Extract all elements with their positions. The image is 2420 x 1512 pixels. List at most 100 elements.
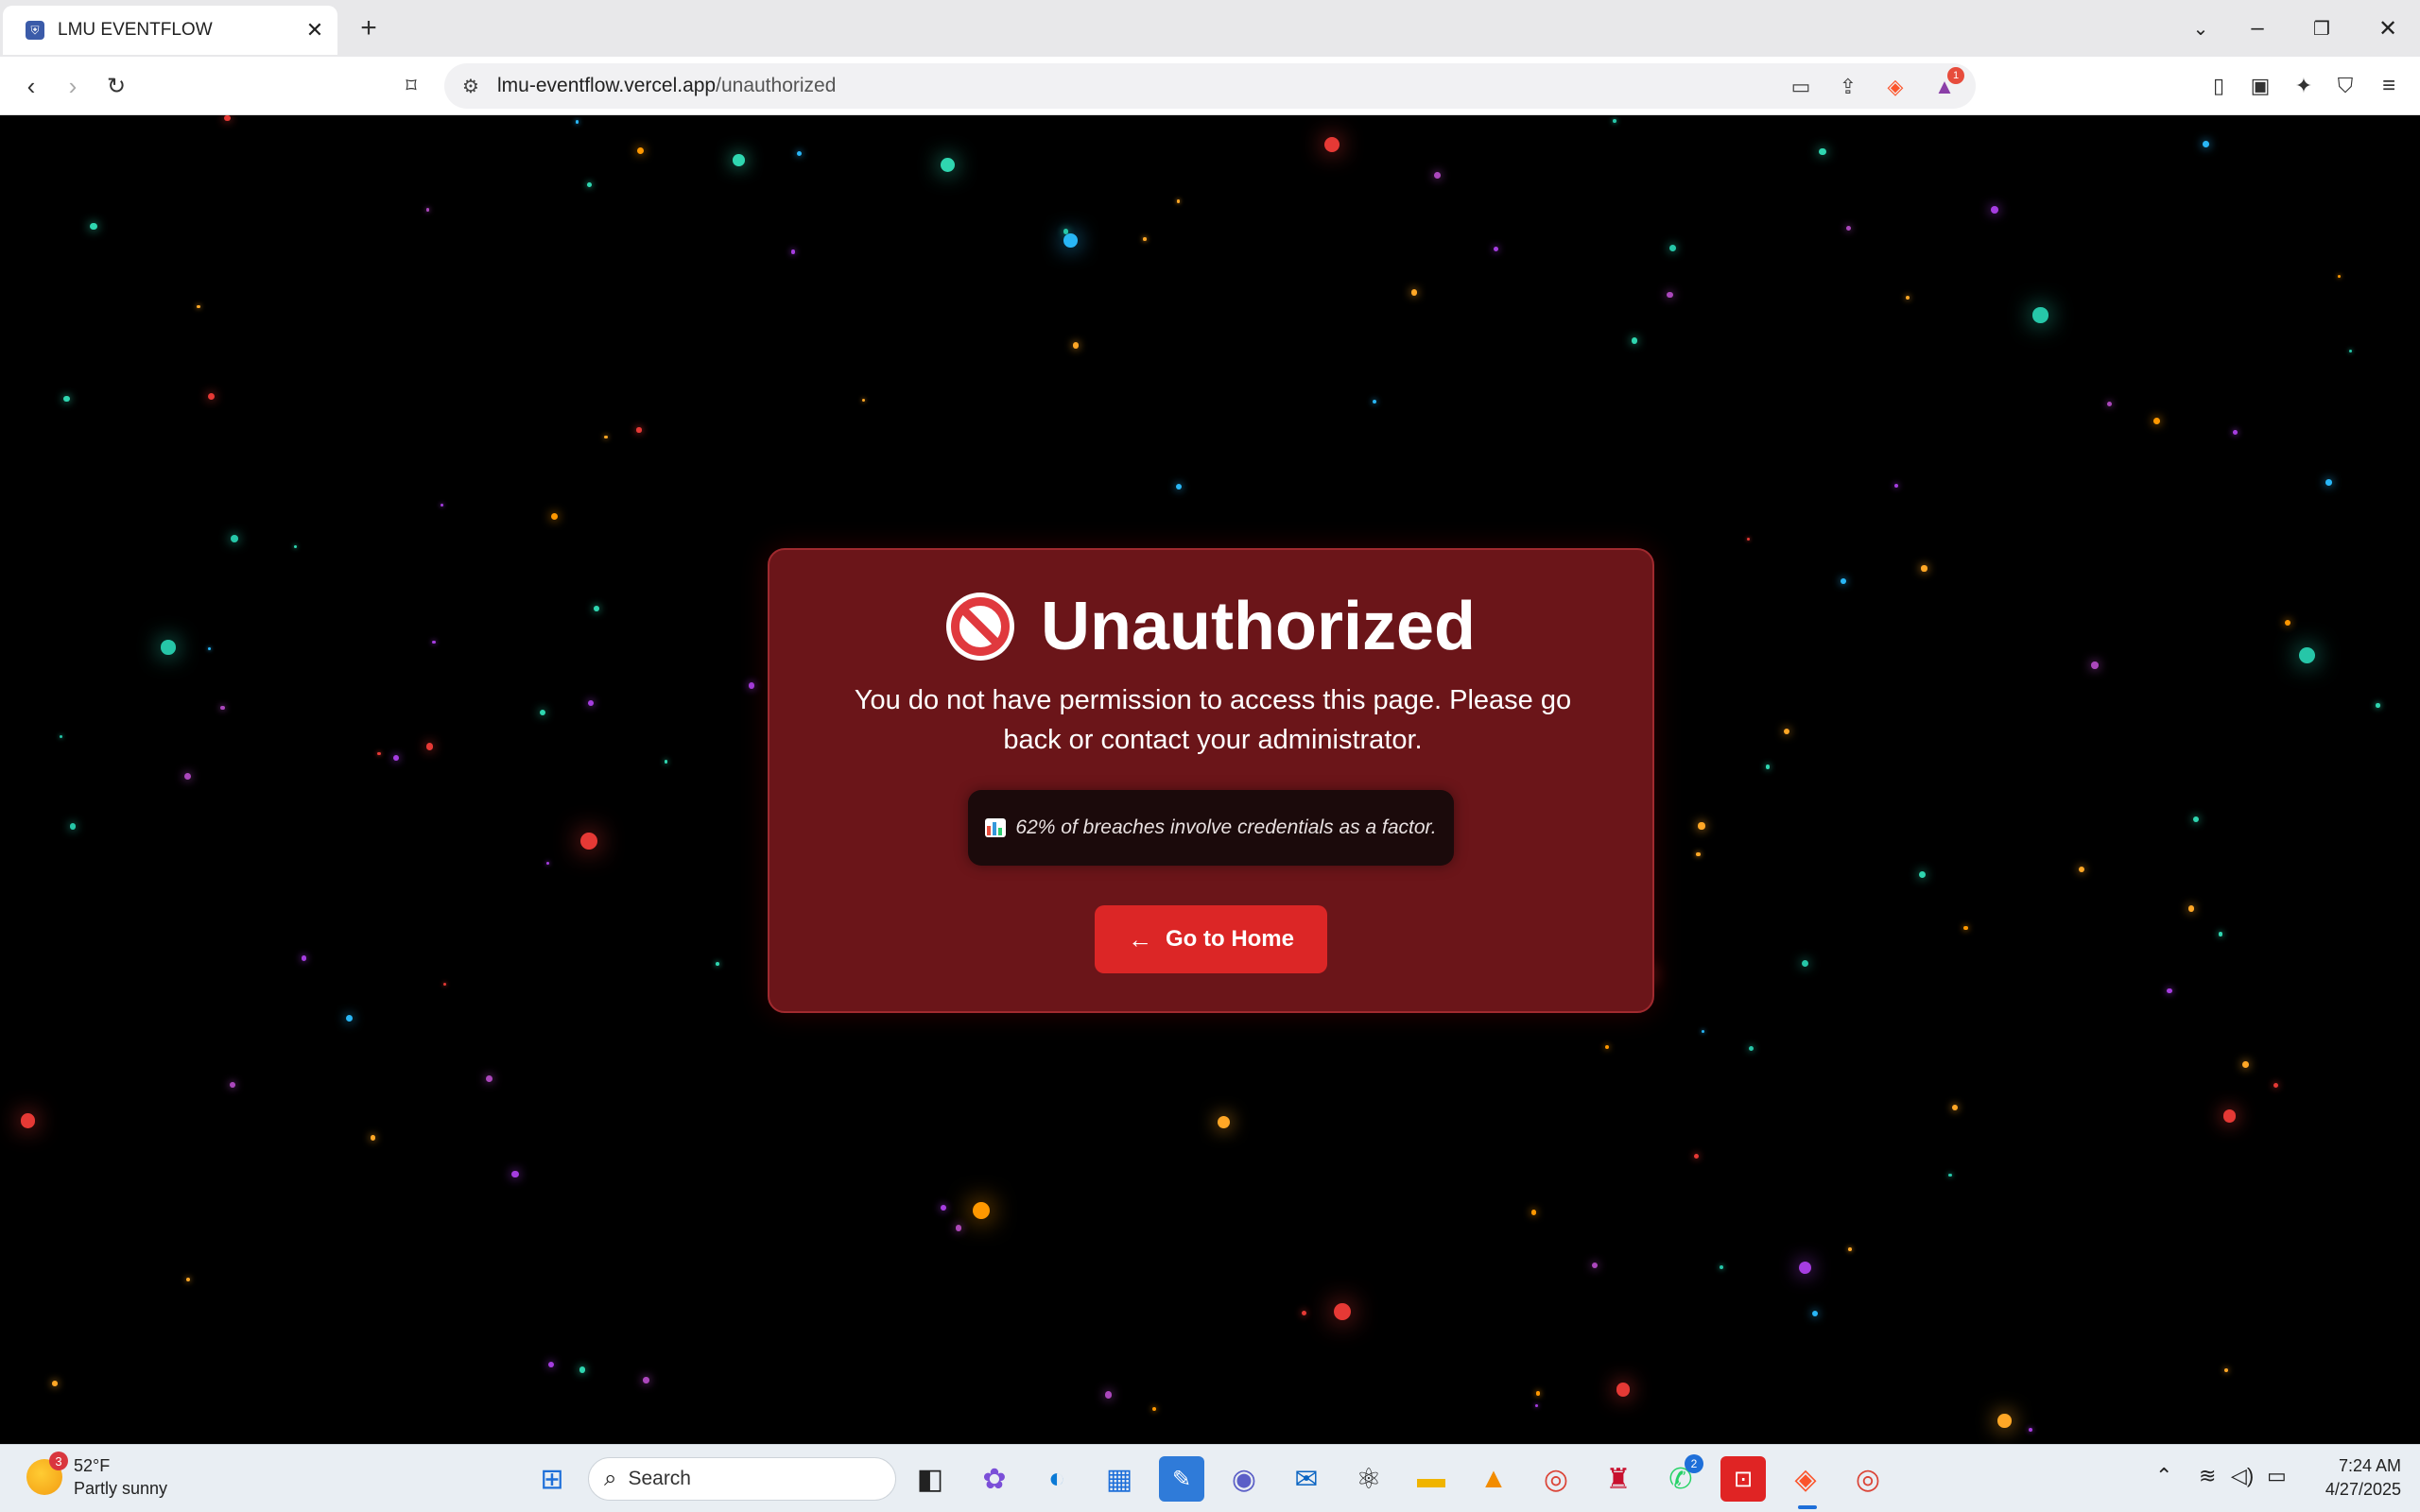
address-bar[interactable]: ⚙ lmu-eventflow.vercel.app/unauthorized … [444, 63, 1976, 109]
whatsapp-icon[interactable]: ✆ 2 [1658, 1454, 1703, 1502]
star-particle [2338, 274, 2342, 278]
star-particle [955, 1224, 962, 1231]
tab-title: LMU EVENTFLOW [58, 20, 213, 40]
star-particle [432, 640, 436, 644]
start-windows-icon[interactable]: ⊞ [529, 1456, 575, 1502]
weather-desc: Partly sunny [74, 1479, 168, 1498]
teams-icon[interactable]: ◉ [1221, 1456, 1267, 1502]
editor-app-icon[interactable]: ✎ [1159, 1456, 1204, 1502]
star-particle [185, 1277, 191, 1282]
star-particle [1175, 484, 1182, 490]
star-particle [733, 154, 745, 166]
star-particle [69, 823, 77, 831]
star-particle [184, 772, 192, 780]
star-particle [1948, 1173, 1952, 1177]
new-tab-button[interactable]: + [352, 11, 386, 45]
star-particle [20, 1112, 36, 1128]
store-icon[interactable]: ▦ [1097, 1456, 1142, 1502]
file-explorer-icon[interactable]: ▬ [1409, 1456, 1454, 1502]
minimize-button[interactable]: – [2238, 9, 2276, 47]
go-to-home-button[interactable]: ← Go to Home [1095, 905, 1327, 973]
star-particle [1535, 1403, 1539, 1407]
tab-lmu-eventflow[interactable]: ⛨ LMU EVENTFLOW ✕ [3, 6, 337, 55]
chrome-profile-icon[interactable]: ◎ [1845, 1456, 1891, 1502]
share-icon[interactable]: ⇪ [1834, 73, 1862, 101]
reload-icon[interactable]: ↻ [98, 68, 134, 104]
tab-close-icon[interactable]: ✕ [302, 17, 328, 43]
brave-rewards-icon[interactable]: ▲ 1 [1930, 67, 1964, 101]
menu-icon[interactable]: ≡ [2371, 68, 2407, 104]
star-particle [1072, 342, 1079, 349]
star-particle [1997, 1414, 2012, 1428]
wallet-icon[interactable]: ▣ [2242, 68, 2278, 104]
star-particle [1372, 399, 1377, 404]
edge-icon[interactable]: ◐ [1034, 1456, 1080, 1502]
brave-taskbar-icon[interactable]: ◈ [1783, 1456, 1828, 1502]
star-particle [1104, 1391, 1113, 1399]
star-particle [301, 955, 307, 961]
star-particle [1819, 147, 1826, 156]
forward-arrow-icon[interactable]: › [55, 68, 91, 104]
star-particle [1991, 205, 1998, 214]
mcafee-icon[interactable]: ♜ [1596, 1456, 1641, 1502]
star-particle [1799, 1261, 1812, 1274]
star-particle [1921, 565, 1927, 572]
star-particle [1668, 244, 1676, 251]
leo-ai-icon[interactable]: ✦ [2286, 68, 2322, 104]
close-window-button[interactable]: ✕ [2369, 9, 2407, 47]
copilot-icon[interactable]: ✿ [972, 1456, 1017, 1502]
rewards-badge: 1 [1947, 67, 1964, 84]
vlc-icon[interactable]: ▲ [1471, 1456, 1516, 1502]
star-particle [197, 304, 200, 309]
taskbar-search[interactable]: ⌕ Search [588, 1457, 896, 1501]
outlook-icon[interactable]: ✉ [1284, 1456, 1329, 1502]
star-particle [2273, 1083, 2278, 1089]
chatgpt-icon[interactable]: ⚛ [1346, 1456, 1392, 1502]
star-particle [1410, 289, 1418, 296]
star-particle [1698, 822, 1705, 830]
browser-toolbar: ‹ › ↻ ⌑ ⚙ lmu-eventflow.vercel.app/unaut… [0, 57, 2420, 115]
back-arrow-icon[interactable]: ‹ [13, 68, 49, 104]
star-particle [2202, 140, 2209, 147]
star-particle [2325, 479, 2332, 487]
bookmark-icon[interactable]: ⌑ [393, 68, 429, 104]
star-particle [2153, 417, 2161, 424]
restore-button[interactable]: ❐ [2303, 9, 2341, 47]
star-particle [2349, 350, 2353, 353]
lmu-favicon-icon: ⛨ [26, 21, 44, 40]
volume-icon[interactable]: ◁) [2231, 1464, 2254, 1488]
star-particle [636, 427, 642, 433]
sidebar-icon[interactable]: ▯ [2201, 68, 2237, 104]
vpn-icon[interactable]: ⛉ [2327, 68, 2363, 104]
wifi-icon[interactable]: ≋ [2199, 1464, 2216, 1488]
tab-search-icon[interactable]: ⌄ [2182, 9, 2220, 47]
permission-message: You do not have permission to access thi… [854, 685, 1572, 755]
unauthorized-card: Unauthorized You do not have permission … [768, 548, 1654, 1013]
weather-badge: 3 [49, 1452, 68, 1470]
url-text[interactable]: lmu-eventflow.vercel.app/unauthorized [497, 75, 836, 97]
site-settings-icon[interactable]: ⚙ [458, 73, 484, 99]
tray-overflow-icon[interactable]: ⌃ [2155, 1464, 2172, 1488]
star-particle [539, 709, 546, 715]
star-particle [1719, 1265, 1723, 1270]
task-view-icon[interactable]: ◧ [908, 1456, 953, 1502]
remote-app-icon[interactable]: ⊡ [1720, 1456, 1766, 1502]
star-particle [643, 1377, 649, 1383]
cast-icon[interactable]: ▭ [1787, 73, 1815, 101]
brave-shields-icon[interactable]: ◈ [1881, 73, 1910, 101]
bar-chart-icon [985, 818, 1007, 837]
battery-icon[interactable]: ▭ [2267, 1464, 2287, 1488]
star-particle [1591, 1262, 1599, 1269]
star-particle [1324, 137, 1340, 153]
star-particle [1845, 225, 1851, 231]
star-particle [1694, 1154, 1700, 1160]
active-app-indicator [1798, 1505, 1817, 1509]
tab-strip: ⛨ LMU EVENTFLOW ✕ + ⌄ – ❐ ✕ [0, 0, 2420, 57]
star-particle [1747, 537, 1751, 541]
chrome-icon[interactable]: ◎ [1533, 1456, 1579, 1502]
weather-widget[interactable]: 3 52°F Partly sunny [26, 1452, 168, 1500]
search-placeholder: Search [628, 1468, 691, 1489]
star-particle [370, 1134, 376, 1141]
system-clock[interactable]: 7:24 AM 4/27/2025 [2307, 1454, 2401, 1502]
star-particle [790, 249, 796, 254]
